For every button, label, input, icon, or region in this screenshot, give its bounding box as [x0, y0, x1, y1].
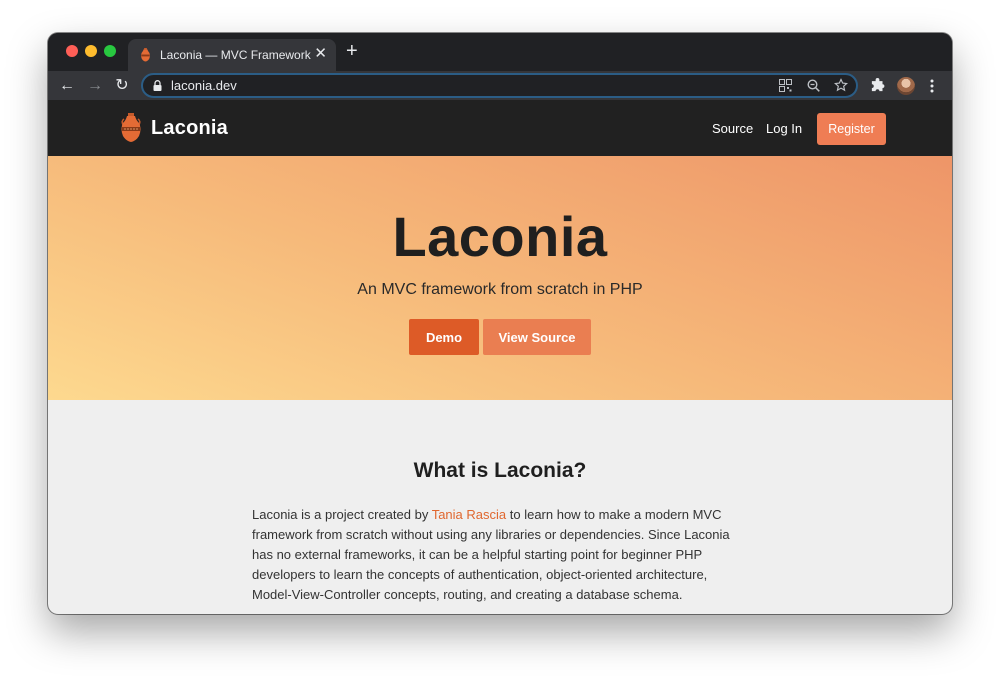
url-text[interactable]: laconia.dev: [171, 78, 237, 93]
hero-section: Laconia An MVC framework from scratch in…: [48, 156, 952, 400]
about-text-before: Laconia is a project created by: [252, 507, 432, 522]
qr-code-icon[interactable]: [779, 79, 792, 92]
tab-strip: Laconia — MVC Framework ✕ +: [48, 33, 952, 71]
nav-login-link[interactable]: Log In: [766, 121, 802, 136]
minimize-window-button[interactable]: [85, 45, 97, 57]
amphora-favicon-icon: [141, 48, 150, 62]
lock-icon[interactable]: [153, 80, 162, 91]
tab-title: Laconia — MVC Framework: [160, 48, 311, 62]
amphora-logo-icon: [121, 113, 141, 142]
close-window-button[interactable]: [66, 45, 78, 57]
demo-button[interactable]: Demo: [409, 319, 479, 355]
hero-title: Laconia: [392, 205, 608, 268]
maximize-window-button[interactable]: [104, 45, 116, 57]
author-link[interactable]: Tania Rascia: [432, 507, 506, 522]
close-tab-icon[interactable]: ✕: [314, 46, 327, 62]
page-viewport: Laconia Source Log In Register Laconia A…: [48, 100, 952, 614]
brand-link[interactable]: Laconia: [120, 112, 228, 144]
star-icon[interactable]: [834, 78, 848, 92]
site-navbar: Laconia Source Log In Register: [48, 100, 952, 156]
address-bar[interactable]: laconia.dev: [141, 73, 858, 98]
brand-name: Laconia: [151, 116, 228, 139]
nav-source-link[interactable]: Source: [712, 121, 753, 136]
new-tab-button[interactable]: +: [346, 40, 358, 62]
back-icon[interactable]: ←: [56, 75, 78, 97]
browser-tab[interactable]: Laconia — MVC Framework ✕: [128, 39, 336, 71]
zoom-icon[interactable]: [807, 79, 820, 92]
browser-toolbar: ← → ↻ laconia.dev: [48, 71, 952, 100]
view-source-button[interactable]: View Source: [483, 319, 591, 355]
about-heading: What is Laconia?: [413, 459, 587, 482]
forward-icon[interactable]: →: [84, 75, 106, 97]
browser-window: Laconia — MVC Framework ✕ + ← → ↻ laconi…: [48, 33, 952, 614]
extensions-icon[interactable]: [870, 78, 885, 93]
profile-avatar[interactable]: [897, 77, 915, 95]
nav-register-button[interactable]: Register: [817, 113, 886, 145]
reload-icon[interactable]: ↻: [111, 75, 133, 97]
hero-subtitle: An MVC framework from scratch in PHP: [357, 281, 643, 298]
about-paragraph: Laconia is a project created by Tania Ra…: [252, 505, 738, 605]
menu-icon[interactable]: [930, 79, 934, 93]
